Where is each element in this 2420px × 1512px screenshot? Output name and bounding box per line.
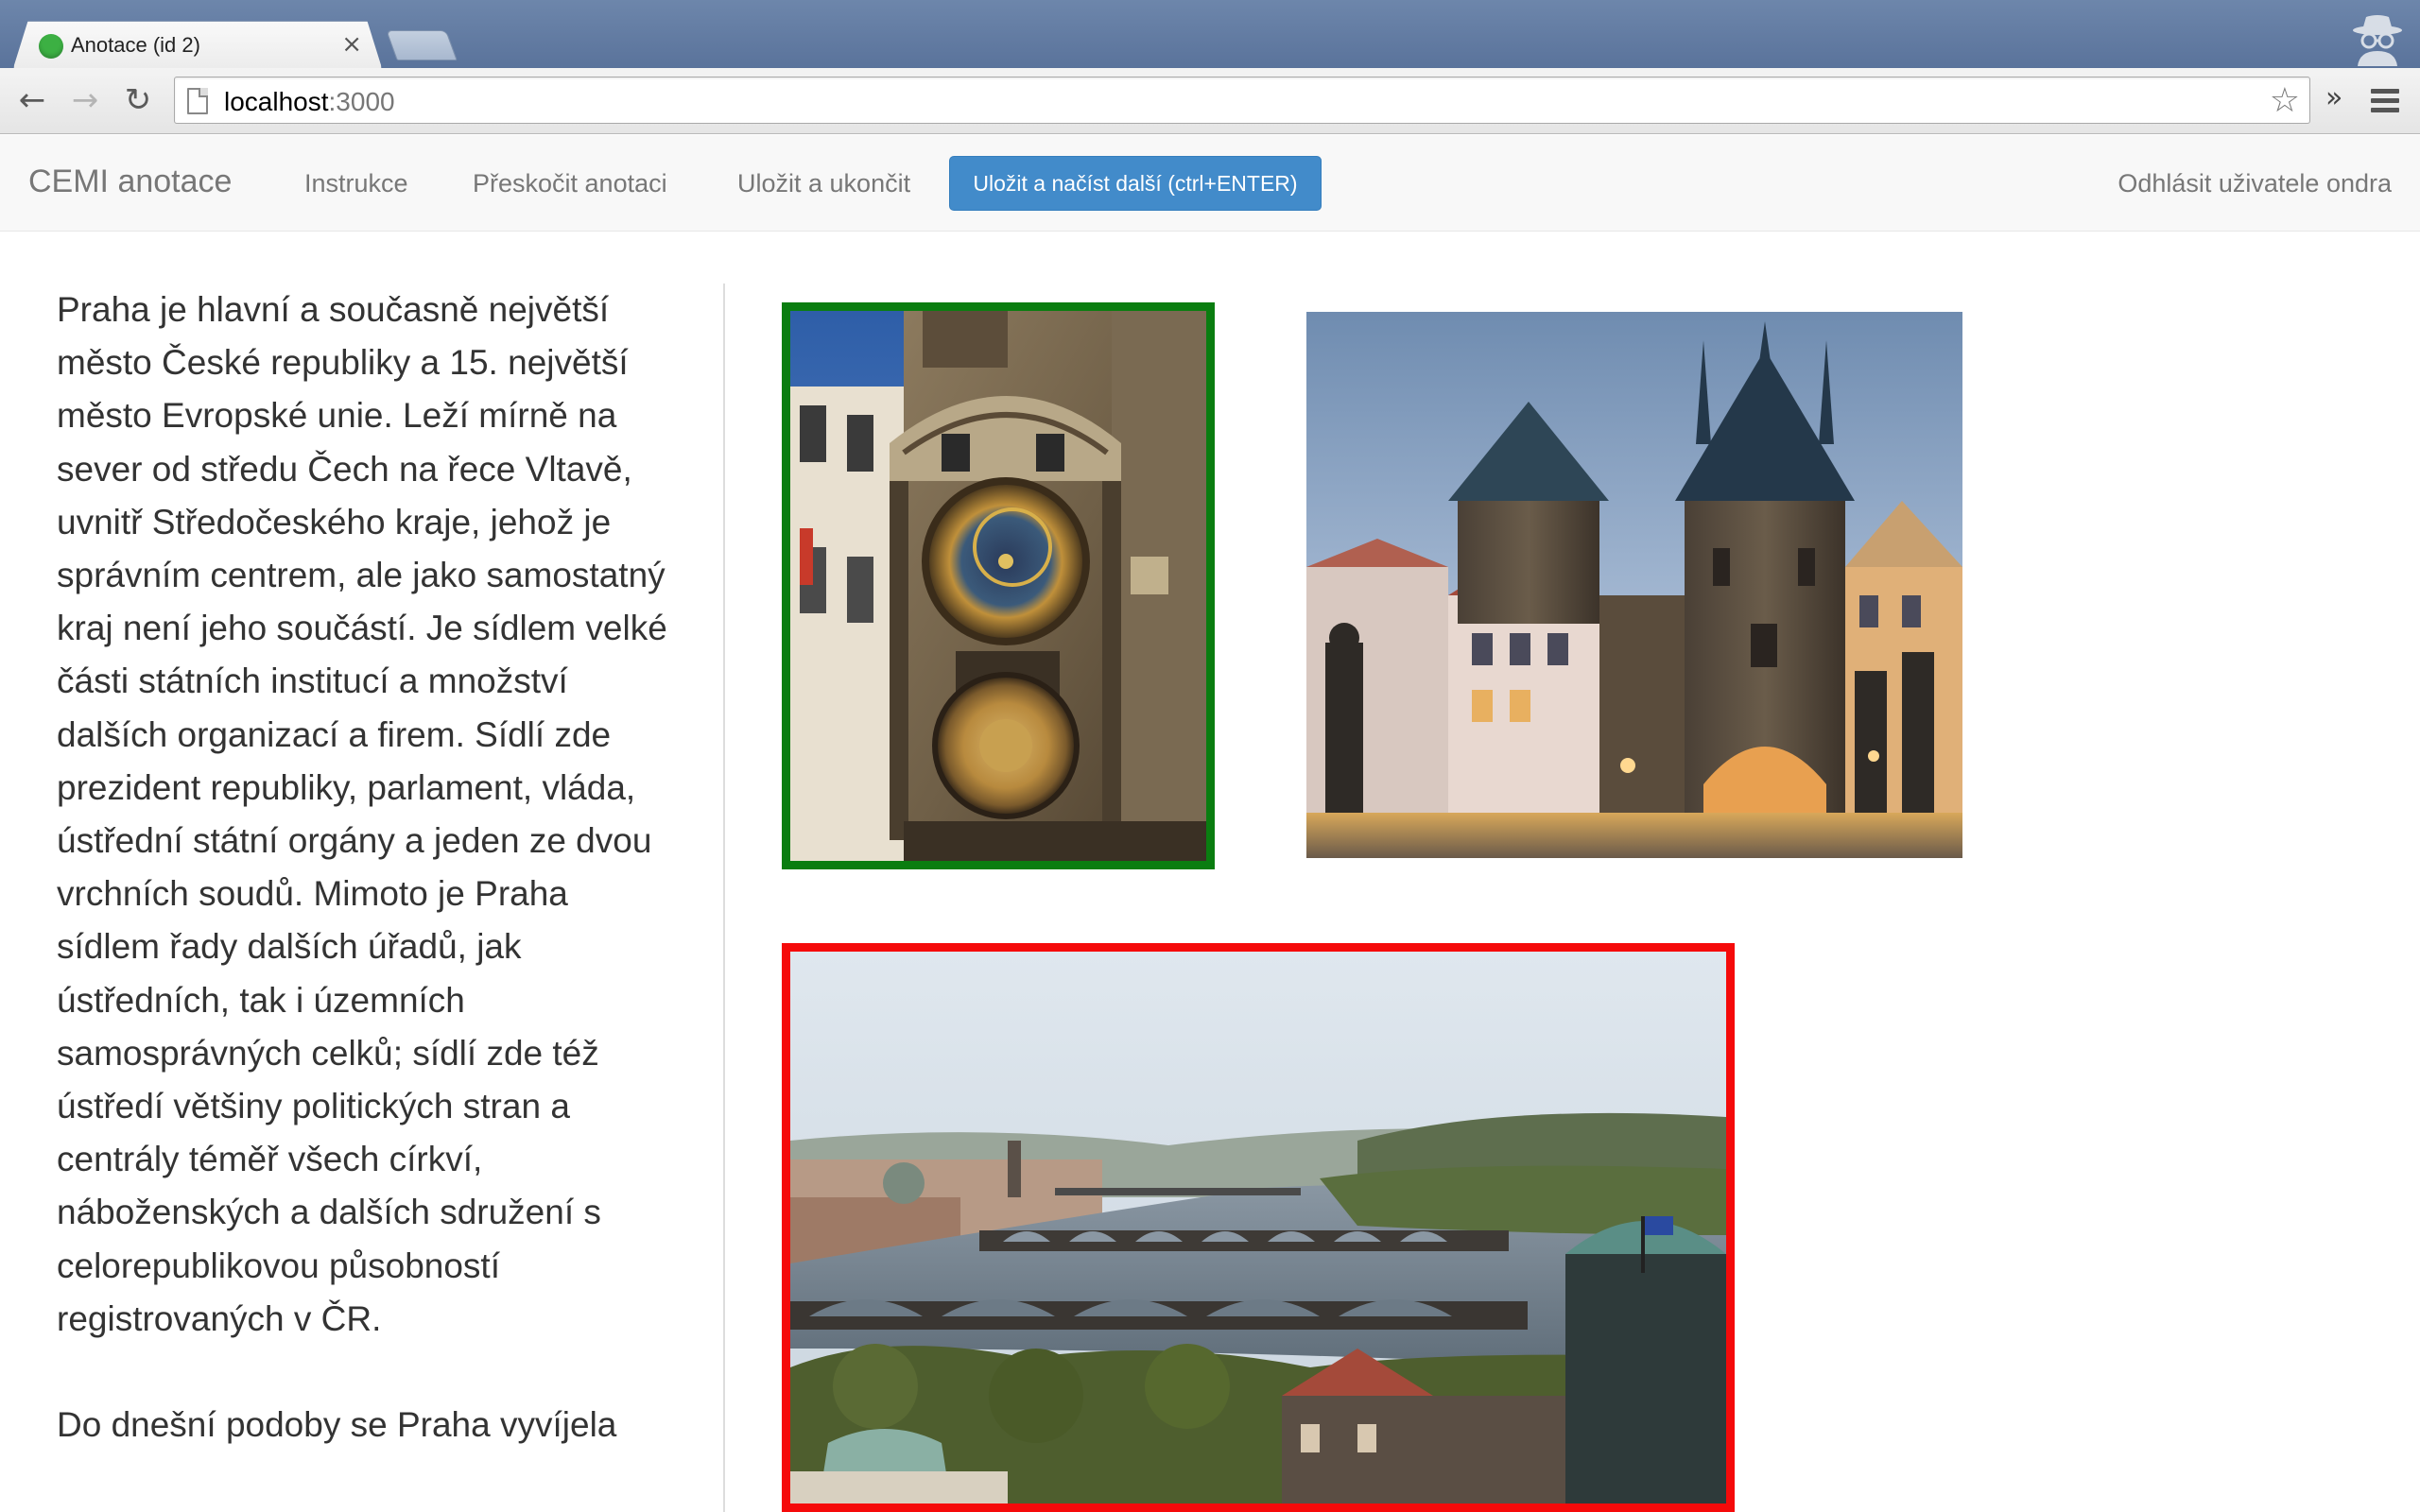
article-paragraph: Praha je hlavní a současně největší měst… [57,290,667,1338]
page-icon [187,88,208,114]
forward-icon[interactable]: → [66,81,104,119]
image-astronomical-clock[interactable] [782,302,1215,869]
new-tab-button[interactable] [386,30,458,60]
url-text: localhost:3000 [224,87,395,116]
article-paragraph: Do dnešní podoby se Praha vyvíjela [57,1405,617,1445]
back-icon[interactable]: ← [13,81,51,119]
image-bridge-tower[interactable] [1306,312,1962,858]
logout-link[interactable]: Odhlásit uživatele ondra [2118,169,2392,198]
image-vltava-bridges[interactable] [782,943,1735,1512]
tab-title: Anotace (id 2) [71,33,200,57]
browser-tab[interactable]: Anotace (id 2) × [13,21,382,68]
tab-close-icon[interactable]: × [341,30,362,59]
app-navbar: CEMI anotace Instrukce Přeskočit anotaci… [0,135,2420,232]
extensions-chevron-icon[interactable]: » [2325,81,2342,114]
bridge-tower-photo [1306,312,1962,858]
save-and-next-button[interactable]: Uložit a načíst další (ctrl+ENTER) [949,156,1322,211]
address-bar[interactable]: localhost:3000 ☆ [174,77,2310,124]
bookmark-star-icon[interactable]: ☆ [2270,81,2300,120]
browser-tabstrip: Anotace (id 2) × [0,0,2420,68]
astronomical-clock-photo [790,311,1206,861]
browser-toolbar: ← → ↻ localhost:3000 ☆ » [0,68,2420,134]
vltava-bridges-photo [790,952,1726,1503]
browser-menu-icon[interactable] [2371,89,2399,113]
reload-icon[interactable]: ↻ [119,81,157,119]
incognito-icon [2346,11,2409,66]
favicon-icon [39,34,63,59]
nav-link-preskocit[interactable]: Přeskočit anotaci [473,169,667,198]
article-text: Praha je hlavní a současně největší měst… [57,284,681,1504]
nav-link-instrukce[interactable]: Instrukce [304,169,408,198]
brand-title[interactable]: CEMI anotace [28,163,232,200]
nav-link-ulozit-ukoncit[interactable]: Uložit a ukončit [737,169,910,198]
column-divider [723,284,725,1512]
